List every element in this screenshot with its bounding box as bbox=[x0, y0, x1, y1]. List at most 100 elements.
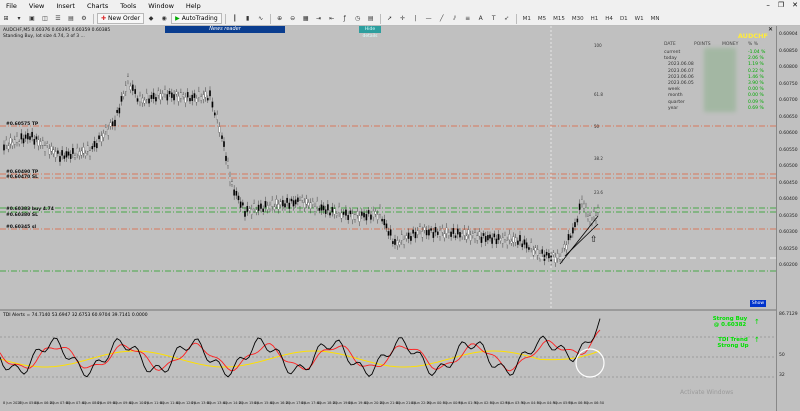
profiles-icon[interactable]: ▾ bbox=[13, 14, 25, 24]
candle-body bbox=[583, 203, 585, 209]
crosshair-icon[interactable]: ✛ bbox=[397, 14, 409, 24]
candle-body bbox=[299, 200, 301, 207]
timeframe-mn[interactable]: MN bbox=[648, 16, 663, 22]
menu-help[interactable]: Help bbox=[180, 2, 207, 10]
candle-body bbox=[262, 208, 264, 212]
candle-body bbox=[157, 90, 159, 96]
time-axis[interactable]: 8 Jun 2023 8 Jun 05:40 8 Jun 06:20 8 Jun 07… bbox=[0, 399, 776, 411]
stats-row-label: 2023.06.06 bbox=[668, 74, 694, 80]
menu-insert[interactable]: Insert bbox=[50, 2, 81, 10]
candle-body bbox=[305, 198, 308, 205]
timeframe-m5[interactable]: M5 bbox=[535, 16, 549, 22]
timeframe-d1[interactable]: D1 bbox=[617, 16, 631, 22]
trendline-icon[interactable]: ╱ bbox=[436, 14, 448, 24]
fibo-icon[interactable]: ≡ bbox=[462, 14, 474, 24]
menu-window[interactable]: Window bbox=[142, 2, 180, 10]
text-tool-icon[interactable]: A bbox=[475, 14, 487, 24]
candles-icon[interactable]: ▮ bbox=[242, 14, 254, 24]
timeframe-m30[interactable]: M30 bbox=[569, 16, 587, 22]
timeframe-h1[interactable]: H1 bbox=[588, 16, 602, 22]
tdi-axis-low: 32 bbox=[779, 373, 785, 378]
candle-body bbox=[248, 208, 251, 211]
label-tool-icon[interactable]: T bbox=[488, 14, 500, 24]
channel-icon[interactable]: ⫽ bbox=[449, 14, 461, 24]
candle-body bbox=[506, 240, 508, 245]
candle-body bbox=[502, 237, 504, 244]
candle-body bbox=[237, 195, 240, 201]
fibo-marker: 61.8 bbox=[594, 92, 603, 97]
candle-body bbox=[410, 236, 412, 241]
candle-body bbox=[46, 143, 48, 146]
price-axis[interactable]: 0.60904 0.60850 0.60800 0.60750 0.60700 0.606… bbox=[776, 26, 800, 411]
price-tick: 0.60550 bbox=[779, 147, 798, 153]
candle-body bbox=[548, 253, 550, 259]
vertical-line-icon[interactable]: | bbox=[410, 14, 422, 24]
data-window-icon[interactable]: ◫ bbox=[39, 14, 51, 24]
candle-body bbox=[303, 202, 306, 208]
candle-body bbox=[421, 231, 424, 238]
timeframe-h4[interactable]: H4 bbox=[602, 16, 616, 22]
price-chart: ⇧ 100 61.8 50 38.2 23.6 bbox=[0, 26, 776, 309]
market-watch-icon[interactable]: ▣ bbox=[26, 14, 38, 24]
candle-body bbox=[33, 139, 36, 145]
indicators-icon[interactable]: ƒ bbox=[339, 14, 351, 24]
zoom-in-icon[interactable]: ⊕ bbox=[274, 14, 286, 24]
candle-body bbox=[456, 228, 459, 235]
menu-view[interactable]: View bbox=[23, 2, 50, 10]
navigator-icon[interactable]: ☰ bbox=[52, 14, 64, 24]
menu-tools[interactable]: Tools bbox=[114, 2, 142, 10]
candle-body bbox=[478, 231, 481, 237]
cursor-icon[interactable]: ➚ bbox=[384, 14, 396, 24]
close-icon[interactable]: ✕ bbox=[792, 1, 798, 9]
candle-body bbox=[5, 139, 7, 146]
candle-body bbox=[159, 93, 162, 100]
candle-body bbox=[116, 109, 118, 113]
candle-body bbox=[65, 151, 68, 158]
timeframe-w1[interactable]: W1 bbox=[632, 16, 647, 22]
candle-body bbox=[173, 94, 175, 101]
candle-body bbox=[225, 155, 227, 161]
candle-body bbox=[282, 200, 284, 207]
candle-body bbox=[292, 200, 295, 207]
arrow-tool-icon[interactable]: ➶ bbox=[501, 14, 513, 24]
chart-window[interactable]: AUDCHF,M5 0.60376 0.60395 0.60359 0.6038… bbox=[0, 26, 800, 411]
restore-icon[interactable]: ❐ bbox=[778, 1, 784, 9]
candle-body bbox=[78, 151, 81, 157]
candle-body bbox=[129, 85, 132, 90]
periods-icon[interactable]: ◷ bbox=[352, 14, 364, 24]
candle-body bbox=[132, 84, 134, 91]
tile-icon[interactable]: ▦ bbox=[300, 14, 312, 24]
templates-icon[interactable]: ▤ bbox=[365, 14, 377, 24]
candle-body bbox=[251, 208, 253, 215]
candle-body bbox=[235, 190, 238, 196]
autotrading-button[interactable]: ▶ AutoTrading bbox=[171, 13, 222, 24]
timeframe-m1[interactable]: M1 bbox=[520, 16, 534, 22]
timeframe-m15[interactable]: M15 bbox=[550, 16, 568, 22]
bar-chart-icon[interactable]: ┃ bbox=[229, 14, 241, 24]
menu-file[interactable]: File bbox=[0, 2, 23, 10]
new-chart-icon[interactable]: ⊞ bbox=[0, 14, 12, 24]
options-icon[interactable]: ◉ bbox=[158, 14, 170, 24]
candle-body bbox=[164, 89, 166, 95]
menu-charts[interactable]: Charts bbox=[81, 2, 114, 10]
candle-body bbox=[239, 201, 242, 208]
chart-shift-icon[interactable]: ⇤ bbox=[326, 14, 338, 24]
candle-body bbox=[519, 235, 521, 242]
autoscroll-icon[interactable]: ⇥ bbox=[313, 14, 325, 24]
new-order-button[interactable]: ✚ New Order bbox=[97, 13, 145, 24]
candle-body bbox=[425, 230, 428, 236]
candle-body bbox=[76, 147, 78, 154]
terminal-icon[interactable]: ▤ bbox=[65, 14, 77, 24]
metaeditor-icon[interactable]: ◆ bbox=[145, 14, 157, 24]
candle-body bbox=[204, 91, 207, 98]
minimize-icon[interactable]: – bbox=[766, 1, 770, 9]
show-button[interactable]: Show bbox=[750, 300, 766, 307]
price-tick: 0.60800 bbox=[779, 65, 798, 70]
candle-body bbox=[585, 207, 587, 214]
horizontal-line-icon[interactable]: — bbox=[423, 14, 435, 24]
candle-body bbox=[324, 209, 327, 214]
zoom-out-icon[interactable]: ⊖ bbox=[287, 14, 299, 24]
tester-icon[interactable]: ⚙ bbox=[78, 14, 90, 24]
candle-body bbox=[255, 209, 258, 213]
line-chart-icon[interactable]: ∿ bbox=[255, 14, 267, 24]
